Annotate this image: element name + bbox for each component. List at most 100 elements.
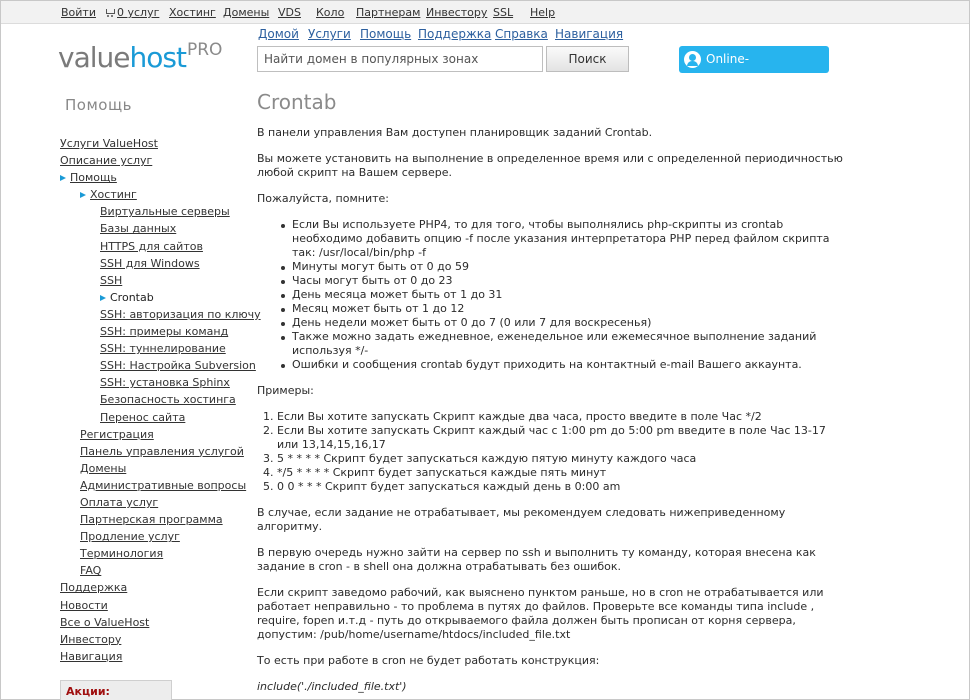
sidebar-item-registration[interactable]: Регистрация <box>80 428 154 441</box>
valuehost-logo[interactable]: valuehostPRO <box>58 30 222 78</box>
list-item: День недели может быть от 0 до 7 (0 или … <box>281 316 847 330</box>
nav-services[interactable]: Услуги <box>308 27 351 41</box>
user-chat-icon <box>684 51 701 68</box>
sidebar-item: Продление услуг <box>60 528 240 545</box>
sidebar-item-investors[interactable]: Инвестору <box>60 633 121 646</box>
nav-home[interactable]: Домой <box>258 27 299 41</box>
sidebar-item-news[interactable]: Новости <box>60 599 108 612</box>
nav-reference[interactable]: Справка <box>495 27 548 41</box>
sidebar-item-ssh-subversion[interactable]: SSH: Настройка Subversion <box>100 359 256 372</box>
arrow-right-icon <box>60 175 66 182</box>
sidebar-item-databases[interactable]: Базы данных <box>100 222 176 235</box>
sidebar-item-terminology[interactable]: Терминология <box>80 547 163 560</box>
sidebar-item-faq[interactable]: FAQ <box>80 564 101 577</box>
list-item: Если Вы хотите запускать Скрипт каждый ч… <box>277 424 847 452</box>
sidebar-item: Новости <box>60 597 240 614</box>
hosting-link[interactable]: Хостинг <box>169 6 216 19</box>
sidebar-item: SSH <box>60 272 240 289</box>
sidebar-item: Оплата услуг <box>60 494 240 511</box>
sidebar-item-site-transfer[interactable]: Перенос сайта <box>100 411 185 424</box>
sidebar-item-crontab[interactable]: Crontab <box>110 291 154 304</box>
sidebar-item-ssh-sphinx[interactable]: SSH: установка Sphinx <box>100 376 230 389</box>
sidebar-item-hosting-security[interactable]: Безопасность хостинга <box>100 393 236 406</box>
sidebar-item: Регистрация <box>60 426 240 443</box>
list-item: Если Вы хотите запускать Скрипт каждые д… <box>277 410 847 424</box>
sidebar-item: Crontab <box>60 289 240 306</box>
sidebar-item-control-panel[interactable]: Панель управления услугой <box>80 445 244 458</box>
sidebar-item: Поддержка <box>60 579 240 596</box>
sidebar-item: Описание услуг <box>60 152 240 169</box>
sidebar-item-https[interactable]: HTTPS для сайтов <box>100 240 203 253</box>
sidebar-item-help[interactable]: Помощь <box>70 171 117 184</box>
logo-host: host <box>129 41 186 74</box>
construct-paragraph: То есть при работе в cron не будет работ… <box>257 654 600 667</box>
colo-link[interactable]: Коло <box>316 6 344 19</box>
intro-paragraph: В панели управления Вам доступен планиро… <box>257 126 653 139</box>
sidebar-item-ssh-windows[interactable]: SSH для Windows <box>100 257 200 270</box>
sidebar-item: SSH: туннелирование <box>60 340 240 357</box>
search-button[interactable]: Поиск <box>546 46 629 72</box>
sidebar-item-service-description[interactable]: Описание услуг <box>60 154 152 167</box>
investors-link[interactable]: Инвестору <box>426 6 487 19</box>
list-item: День месяца может быть от 1 до 31 <box>281 288 847 302</box>
top-bar: Войти 0 услуг Хостинг Домены VDS Коло Па… <box>1 1 969 24</box>
troubleshoot-paragraph: В случае, если задание не отрабатывает, … <box>257 506 786 533</box>
sidebar-item: Инвестору <box>60 631 240 648</box>
sidebar-item-ssh-key-auth[interactable]: SSH: авторизация по ключу <box>100 308 261 321</box>
sidebar-item-virtual-servers[interactable]: Виртуальные серверы <box>100 205 230 218</box>
ssl-link[interactable]: SSL <box>493 6 513 19</box>
sidebar-item: Помощь <box>60 169 240 186</box>
list-item: 5 * * * * Скрипт будет запускаться кажду… <box>277 452 847 466</box>
promo-title: Акции: <box>66 685 110 698</box>
cart-icon <box>105 8 115 17</box>
sidebar-item: Административные вопросы <box>60 477 246 494</box>
list-item: Если Вы используете PHP4, то для того, ч… <box>281 218 847 260</box>
sidebar-item: Безопасность хостинга <box>60 391 240 408</box>
list-item: Ошибки и сообщения crontab будут приходи… <box>281 358 847 372</box>
sidebar-item: Все о ValueHost <box>60 614 240 631</box>
sidebar-item-ssh-examples[interactable]: SSH: примеры команд <box>100 325 228 338</box>
domains-link[interactable]: Домены <box>223 6 269 19</box>
cart-label: 0 услуг <box>117 6 160 19</box>
main-content: Crontab В панели управления Вам доступен… <box>257 90 847 700</box>
paths-paragraph: Если скрипт заведомо рабочий, как выясне… <box>257 586 824 641</box>
nav-help[interactable]: Помощь <box>360 27 411 41</box>
nav-support[interactable]: Поддержка <box>418 27 491 41</box>
sidebar-nav: Услуги ValueHost Описание услуг Помощь Х… <box>60 135 261 665</box>
sidebar-item-support[interactable]: Поддержка <box>60 581 127 594</box>
sidebar-item-admin-questions[interactable]: Административные вопросы <box>80 479 246 492</box>
sidebar-item-affiliate[interactable]: Партнерская программа <box>80 513 223 526</box>
sidebar-item-payment[interactable]: Оплата услуг <box>80 496 158 509</box>
sidebar-item: Партнерская программа <box>60 511 240 528</box>
domain-search-input[interactable] <box>257 46 543 72</box>
sidebar-item-services[interactable]: Услуги ValueHost <box>60 137 158 150</box>
sidebar-item: Базы данных <box>60 220 240 237</box>
online-consultant-button[interactable]: Online-консультант <box>679 46 829 93</box>
sidebar-item-about[interactable]: Все о ValueHost <box>60 616 149 629</box>
login-link[interactable]: Войти <box>61 6 96 19</box>
promo-box: Акции: <box>60 680 172 700</box>
sidebar-item-ssh[interactable]: SSH <box>100 274 122 287</box>
sidebar-item-domains[interactable]: Домены <box>80 462 126 475</box>
help-link[interactable]: Help <box>530 6 555 19</box>
description-paragraph: Вы можете установить на выполнение в опр… <box>257 152 843 179</box>
arrow-right-icon <box>80 192 86 199</box>
sidebar-item: Перенос сайта <box>60 409 240 426</box>
vds-link[interactable]: VDS <box>278 6 301 19</box>
sidebar-item-renewal[interactable]: Продление услуг <box>80 530 180 543</box>
page-title: Crontab <box>257 90 337 114</box>
sidebar-item: Домены <box>60 460 240 477</box>
nav-navigation[interactable]: Навигация <box>555 27 623 41</box>
list-item: Часы могут быть от 0 до 23 <box>281 274 847 288</box>
sidebar-item-hosting[interactable]: Хостинг <box>90 188 137 201</box>
sidebar-item-ssh-tunnel[interactable]: SSH: туннелирование <box>100 342 226 355</box>
list-item: Минуты могут быть от 0 до 59 <box>281 260 847 274</box>
sidebar-title: Помощь <box>65 96 132 114</box>
rules-list: Если Вы используете PHP4, то для того, ч… <box>281 218 847 372</box>
sidebar-item-navigation[interactable]: Навигация <box>60 650 122 663</box>
cart-link[interactable]: 0 услуг <box>105 6 159 19</box>
partners-link[interactable]: Партнерам <box>356 6 420 19</box>
code-example: include('./included_file.txt') <box>257 680 407 693</box>
sidebar-item: Терминология <box>60 545 240 562</box>
list-item: Месяц может быть от 1 до 12 <box>281 302 847 316</box>
